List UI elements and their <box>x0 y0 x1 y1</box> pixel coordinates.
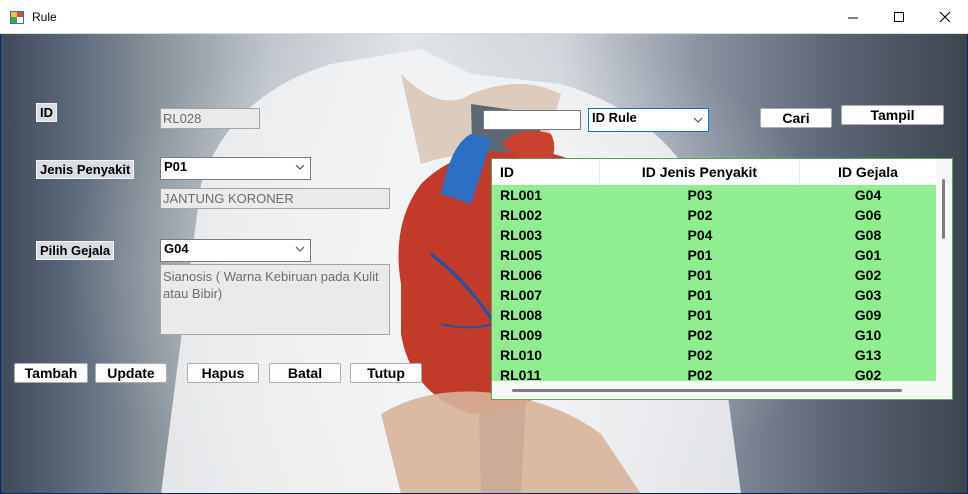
table-cell[interactable]: G04 <box>800 185 936 205</box>
table-cell[interactable]: P04 <box>600 225 800 245</box>
table-cell[interactable]: G09 <box>800 305 936 325</box>
table-row[interactable]: RL005 P01 G01 <box>492 245 936 265</box>
form-client-area: ID RL028 Jenis Penyakit P01 JANTUNG KORO… <box>1 34 967 493</box>
hapus-button[interactable]: Hapus <box>187 363 259 383</box>
maximize-icon <box>894 12 904 22</box>
table-cell[interactable]: P01 <box>600 285 800 305</box>
table-cell[interactable]: RL008 <box>500 305 600 325</box>
search-filter-selected: ID Rule <box>592 110 637 125</box>
app-icon <box>10 11 24 24</box>
horizontal-scrollbar[interactable] <box>492 381 952 399</box>
jenis-penyakit-combo[interactable]: P01 <box>160 157 311 180</box>
gejala-description-field[interactable]: Sianosis ( Warna Kebiruan pada Kulit ata… <box>160 264 390 335</box>
window-title: Rule <box>32 10 57 24</box>
cari-button[interactable]: Cari <box>760 108 832 128</box>
table-cell[interactable]: RL001 <box>500 185 600 205</box>
table-cell[interactable]: G01 <box>800 245 936 265</box>
table-row[interactable]: RL003 P04 G08 <box>492 225 936 245</box>
grid-body: RL001 P03 G04 RL002 P02 G06 RL003 P04 G08 RL005 P0… <box>492 185 936 383</box>
pilih-gejala-combo[interactable]: G04 <box>160 239 311 262</box>
jenis-penyakit-name-field[interactable]: JANTUNG KORONER <box>160 188 390 209</box>
tampil-button[interactable]: Tampil <box>841 105 944 125</box>
minimize-icon <box>848 17 858 19</box>
id-label: ID <box>36 103 57 122</box>
grid-header: ID ID Jenis Penyakit ID Gejala <box>492 159 936 186</box>
pilih-gejala-label: Pilih Gejala <box>36 241 115 260</box>
table-cell[interactable]: G06 <box>800 205 936 225</box>
title-bar[interactable]: Rule <box>0 0 968 34</box>
column-header-jenis-penyakit[interactable]: ID Jenis Penyakit <box>600 159 800 185</box>
id-field[interactable]: RL028 <box>160 108 260 129</box>
table-cell[interactable]: P02 <box>600 325 800 345</box>
jenis-penyakit-label: Jenis Penyakit <box>36 160 135 179</box>
table-cell[interactable]: P02 <box>600 205 800 225</box>
chevron-down-icon <box>693 117 703 123</box>
tambah-button[interactable]: Tambah <box>14 363 88 383</box>
tutup-button[interactable]: Tutup <box>350 363 422 383</box>
table-row[interactable]: RL002 P02 G06 <box>492 205 936 225</box>
table-cell[interactable]: G02 <box>800 265 936 285</box>
table-cell[interactable]: G13 <box>800 345 936 365</box>
minimize-button[interactable] <box>830 0 876 33</box>
chevron-down-icon <box>295 164 305 170</box>
table-cell[interactable]: RL009 <box>500 325 600 345</box>
search-input[interactable] <box>483 110 581 130</box>
table-cell[interactable]: P01 <box>600 265 800 285</box>
close-button[interactable] <box>922 0 968 33</box>
table-row[interactable]: RL010 P02 G13 <box>492 345 936 365</box>
table-cell[interactable]: P03 <box>600 185 800 205</box>
table-cell[interactable]: RL006 <box>500 265 600 285</box>
rule-window: Rule ID RL028 Jenis Penyakit P01 JANTUNG… <box>0 0 968 494</box>
chevron-down-icon <box>295 246 305 252</box>
search-filter-combo[interactable]: ID Rule <box>588 108 709 132</box>
maximize-button[interactable] <box>876 0 922 33</box>
batal-button[interactable]: Batal <box>269 363 341 383</box>
jenis-penyakit-selected: P01 <box>164 159 188 174</box>
horizontal-scroll-thumb[interactable] <box>512 389 902 392</box>
table-row[interactable]: RL006 P01 G02 <box>492 265 936 285</box>
table-cell[interactable]: RL007 <box>500 285 600 305</box>
table-cell[interactable]: RL003 <box>500 225 600 245</box>
rule-data-grid[interactable]: ID ID Jenis Penyakit ID Gejala RL001 P03 G… <box>491 158 953 400</box>
table-cell[interactable]: G08 <box>800 225 936 245</box>
table-cell[interactable]: G10 <box>800 325 936 345</box>
table-cell[interactable]: RL010 <box>500 345 600 365</box>
table-row[interactable]: RL009 P02 G10 <box>492 325 936 345</box>
update-button[interactable]: Update <box>95 363 167 383</box>
vertical-scrollbar[interactable] <box>936 159 952 381</box>
table-cell[interactable]: P01 <box>600 305 800 325</box>
table-cell[interactable]: RL002 <box>500 205 600 225</box>
table-row[interactable]: RL008 P01 G09 <box>492 305 936 325</box>
column-header-id[interactable]: ID <box>492 159 600 185</box>
table-row[interactable]: RL007 P01 G03 <box>492 285 936 305</box>
table-row[interactable]: RL001 P03 G04 <box>492 185 936 205</box>
column-header-gejala[interactable]: ID Gejala <box>800 159 936 185</box>
close-icon <box>939 11 951 23</box>
table-cell[interactable]: P02 <box>600 345 800 365</box>
table-cell[interactable]: G03 <box>800 285 936 305</box>
table-cell[interactable]: RL005 <box>500 245 600 265</box>
pilih-gejala-selected: G04 <box>164 241 189 256</box>
vertical-scroll-thumb[interactable] <box>942 179 945 239</box>
table-cell[interactable]: P01 <box>600 245 800 265</box>
